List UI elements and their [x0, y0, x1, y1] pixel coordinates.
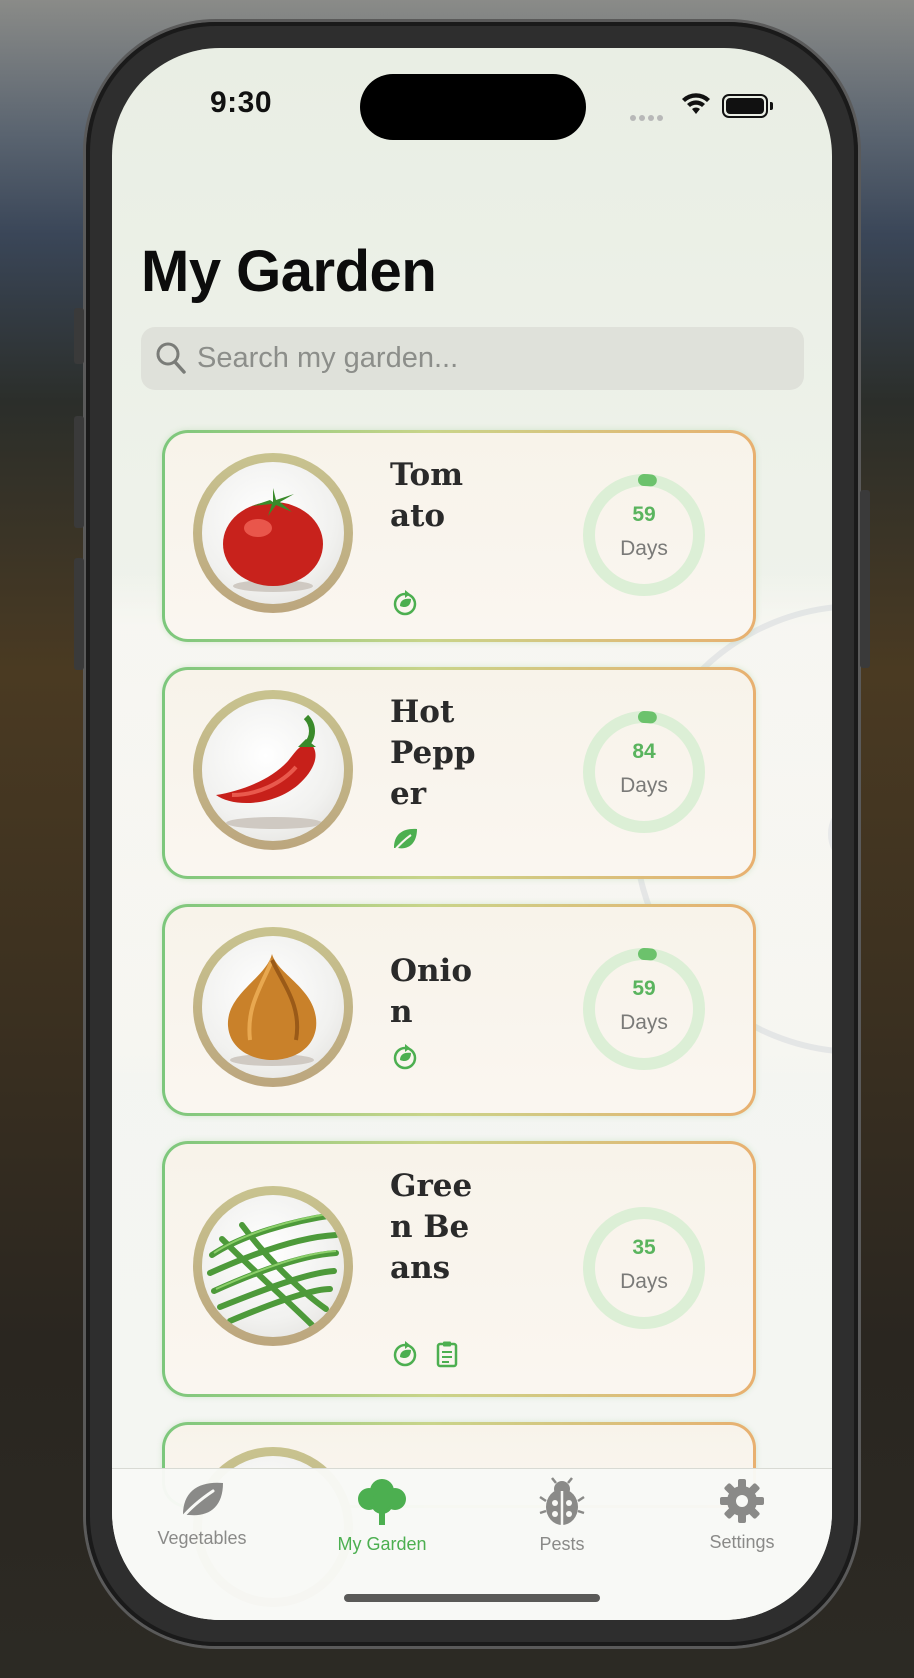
- tab-label: Vegetables: [157, 1528, 247, 1548]
- app-screen: 9:30 My Garden Tomato: [112, 48, 832, 1620]
- tag-list: [391, 1340, 461, 1368]
- status-time: 9:30: [210, 86, 273, 119]
- vegetable-thumbnail: [193, 690, 353, 850]
- search-icon: [155, 341, 187, 380]
- days-count: 35: [632, 1236, 656, 1259]
- search-bar[interactable]: [141, 327, 804, 390]
- tab-label: My Garden: [337, 1534, 427, 1554]
- days-unit: Days: [620, 1011, 668, 1034]
- garden-card[interactable]: Tomato 59 Days: [162, 430, 756, 642]
- hot-pepper-image: [202, 699, 344, 841]
- vegetable-name: Hot Pepper: [390, 694, 476, 812]
- vegetable-name: Onion: [390, 953, 472, 1030]
- tag-list: [391, 826, 419, 854]
- days-ring: 59 Days: [582, 947, 706, 1071]
- wifi-icon: [680, 92, 712, 121]
- days-unit: Days: [620, 537, 668, 560]
- tab-pests[interactable]: Pests: [487, 1477, 637, 1555]
- tomato-image: [202, 462, 344, 604]
- days-ring: 35 Days: [582, 1206, 706, 1330]
- days-count: 84: [632, 740, 656, 763]
- cellular-signal-icon: [630, 108, 666, 121]
- recycle-icon: [391, 1043, 419, 1071]
- tab-vegetables[interactable]: Vegetables: [127, 1477, 277, 1549]
- vegetable-thumbnail: [193, 1186, 353, 1346]
- volume-down-button: [74, 558, 84, 670]
- green-beans-image: [202, 1195, 344, 1337]
- search-input[interactable]: [197, 327, 787, 390]
- tab-settings[interactable]: Settings: [667, 1477, 817, 1553]
- dynamic-island: [360, 74, 586, 140]
- days-count: 59: [632, 503, 656, 526]
- tree-icon: [355, 1479, 409, 1531]
- recycle-icon: [391, 589, 419, 617]
- garden-card[interactable]: Onion 59 Days: [162, 904, 756, 1116]
- vegetable-thumbnail: [193, 453, 353, 613]
- volume-up-button: [74, 416, 84, 528]
- vegetable-thumbnail: [193, 927, 353, 1087]
- onion-image: [202, 936, 344, 1078]
- garden-card[interactable]: Hot Pepper 84 Days: [162, 667, 756, 879]
- battery-icon: [722, 94, 773, 118]
- days-count: 59: [632, 977, 656, 1000]
- ladybug-icon: [538, 1477, 586, 1531]
- tag-list: [391, 589, 419, 617]
- tag-list: [391, 1043, 419, 1071]
- leaf-icon: [391, 826, 419, 854]
- status-bar: 9:30: [112, 48, 832, 158]
- leaf-icon: [177, 1482, 227, 1525]
- power-button: [860, 490, 870, 668]
- action-button: [74, 308, 84, 364]
- gear-icon: [718, 1479, 766, 1529]
- clipboard-icon: [433, 1340, 461, 1368]
- tab-label: Settings: [709, 1532, 775, 1552]
- days-ring: 59 Days: [582, 473, 706, 597]
- home-indicator: [344, 1594, 600, 1602]
- vegetable-name: Tomato: [390, 457, 463, 534]
- vegetable-name: Green Beans: [390, 1168, 473, 1286]
- days-unit: Days: [620, 1270, 668, 1293]
- days-ring: 84 Days: [582, 710, 706, 834]
- tab-label: Pests: [539, 1534, 585, 1554]
- page-title: My Garden: [141, 239, 437, 304]
- days-unit: Days: [620, 774, 668, 797]
- recycle-icon: [391, 1340, 419, 1368]
- garden-card[interactable]: Green Beans 35 Days: [162, 1141, 756, 1397]
- tab-my-garden[interactable]: My Garden: [307, 1477, 457, 1555]
